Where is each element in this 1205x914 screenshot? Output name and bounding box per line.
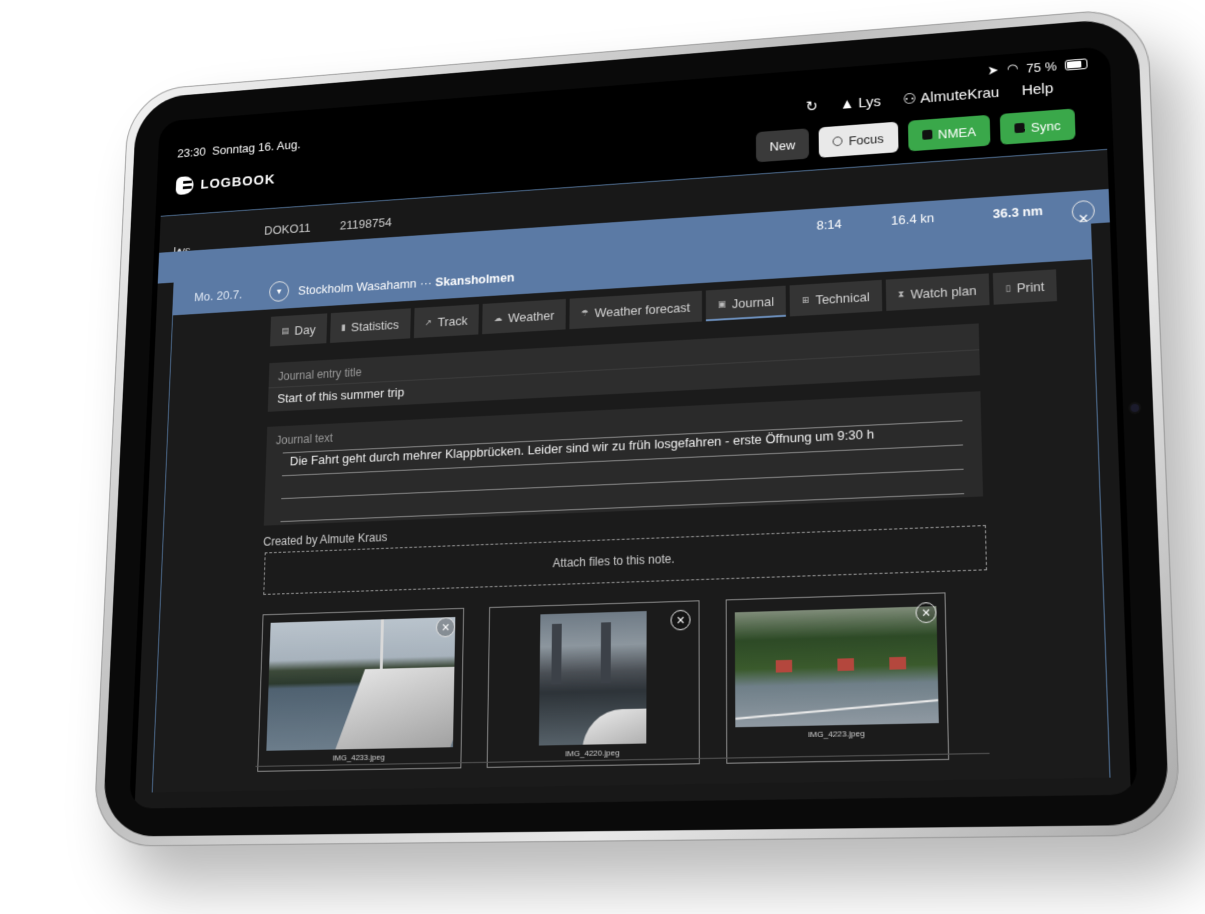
- track-speed: 16.4 kn: [890, 210, 935, 228]
- new-button[interactable]: New: [756, 128, 810, 163]
- camera-icon: [1130, 403, 1140, 413]
- main-panel: ▲ Lys DOKO11 21198754 8:14 16.4 kn 36.3 …: [134, 148, 1131, 809]
- refresh-icon: ↻: [805, 98, 819, 116]
- tab-weather-forecast[interactable]: ☂ Weather forecast: [569, 290, 702, 330]
- sync-icon: [1014, 122, 1025, 134]
- status-time: 23:30: [177, 144, 207, 161]
- close-track-button[interactable]: ✕: [1071, 199, 1096, 226]
- sailboat-icon: ▲: [839, 95, 855, 113]
- photo-deck: [331, 666, 456, 751]
- status-date: Sonntag 16. Aug.: [211, 137, 301, 158]
- photo-house: [837, 658, 855, 672]
- device-bezel: 23:30 Sonntag 16. Aug. ➤ ◠ 75 % ↻ ▲ Lys ⚇…: [102, 16, 1170, 837]
- close-icon: ✕: [441, 621, 451, 634]
- app-logo: LOGBOOK: [175, 170, 276, 196]
- tab-track[interactable]: ↗ Track: [413, 304, 480, 339]
- forecast-icon: ☂: [581, 307, 589, 318]
- focus-button[interactable]: Focus: [818, 121, 899, 158]
- status-indicators: ➤ ◠ 75 %: [987, 55, 1088, 78]
- route-from: Stockholm Wasahamn: [297, 276, 417, 298]
- tab-day[interactable]: ▤ Day: [270, 313, 327, 347]
- technical-icon: ⊞: [801, 294, 810, 305]
- battery-percent: 75 %: [1026, 58, 1057, 76]
- sync-button[interactable]: Sync: [999, 108, 1076, 145]
- wifi-icon: ◠: [1006, 60, 1019, 77]
- logbook-logo-icon: [175, 175, 194, 196]
- photo-house: [775, 659, 793, 673]
- photo-pillar: [551, 623, 562, 685]
- tab-journal[interactable]: ▣ Journal: [705, 285, 787, 322]
- close-icon: ✕: [921, 606, 931, 620]
- photo-pillar: [600, 622, 611, 684]
- sync-label: Sync: [1030, 117, 1061, 135]
- boat-selector[interactable]: ▲ Lys: [840, 93, 882, 112]
- photo-bridge-lock[interactable]: [538, 611, 647, 746]
- photo-sailboat-fjord[interactable]: [266, 617, 456, 751]
- track-distance: 36.3 nm: [992, 203, 1043, 222]
- tab-watch-plan[interactable]: ⧗ Watch plan: [885, 273, 990, 311]
- text-rule: [281, 468, 964, 500]
- help-link[interactable]: Help: [1021, 80, 1053, 99]
- day-date: Mo. 20.7.: [193, 287, 243, 305]
- day-route: Stockholm Wasahamn ··· Skansholmen: [298, 270, 515, 298]
- user-menu[interactable]: ⚇ AlmuteKrau: [903, 83, 1000, 108]
- journal-icon: ▣: [717, 298, 726, 309]
- boat-code: DOKO11: [263, 220, 311, 238]
- photo-house: [889, 656, 907, 670]
- tab-technical[interactable]: ⊞ Technical: [789, 279, 883, 317]
- photo-coastal-houses[interactable]: [734, 606, 939, 728]
- refresh-button[interactable]: ↻: [806, 97, 819, 115]
- chevron-down-icon: ▾: [276, 286, 282, 297]
- tab-weather[interactable]: ☁ Weather: [482, 298, 566, 335]
- text-rule: [280, 493, 965, 523]
- chart-icon: ▮: [340, 322, 346, 332]
- journal-content: ▤ Day ▮ Statistics ↗ Track ☁ Weather ☂ Weathe…: [151, 259, 1111, 793]
- calendar-icon: ▤: [281, 325, 290, 336]
- focus-label: Focus: [848, 130, 884, 148]
- photo-deck: [582, 708, 647, 746]
- battery-icon: [1064, 57, 1088, 71]
- hourglass-icon: ⧗: [897, 288, 905, 299]
- ipad-device: 23:30 Sonntag 16. Aug. ➤ ◠ 75 % ↻ ▲ Lys ⚇…: [92, 6, 1182, 847]
- remove-photo-button[interactable]: ✕: [670, 609, 691, 631]
- focus-icon: [832, 136, 843, 147]
- photo-rail: [735, 699, 939, 720]
- route-to: Skansholmen: [435, 270, 515, 290]
- boat-name: Lys: [858, 93, 882, 111]
- nmea-button[interactable]: NMEA: [907, 114, 991, 152]
- nmea-label: NMEA: [937, 123, 977, 142]
- status-clock: 23:30 Sonntag 16. Aug.: [177, 137, 301, 160]
- track-time: 8:14: [816, 216, 842, 233]
- created-by: Created by Almute Kraus: [263, 530, 388, 549]
- photo-caption: IMG_4223.jpeg: [807, 728, 865, 740]
- photo-card[interactable]: IMG_4220.jpeg ✕: [486, 600, 700, 768]
- collapse-day-button[interactable]: ▾: [268, 280, 290, 303]
- app-name: LOGBOOK: [200, 171, 276, 192]
- route-separator: ···: [419, 275, 433, 291]
- location-icon: ➤: [987, 62, 999, 78]
- stage: 23:30 Sonntag 16. Aug. ➤ ◠ 75 % ↻ ▲ Lys ⚇…: [0, 0, 1205, 914]
- photo-caption: IMG_4233.jpeg: [332, 752, 385, 763]
- photo-card[interactable]: IMG_4223.jpeg ✕: [725, 592, 950, 764]
- app-screen: 23:30 Sonntag 16. Aug. ➤ ◠ 75 % ↻ ▲ Lys ⚇…: [129, 45, 1138, 809]
- track-icon: ↗: [424, 316, 433, 327]
- weather-icon: ☁: [493, 312, 503, 323]
- close-icon: ✕: [675, 614, 686, 627]
- nmea-icon: [921, 129, 932, 140]
- photo-card[interactable]: IMG_4233.jpeg ✕: [257, 607, 465, 772]
- photo-gallery: IMG_4233.jpeg ✕ IMG_4220.jpeg ✕ IMG_4223…: [257, 592, 950, 772]
- user-icon: ⚇: [902, 90, 917, 108]
- tab-statistics[interactable]: ▮ Statistics: [329, 308, 411, 343]
- journal-text-field[interactable]: Journal text Die Fahrt geht durch mehrer…: [263, 391, 984, 526]
- tab-print[interactable]: ▯ Print: [992, 269, 1058, 305]
- print-icon: ▯: [1005, 282, 1011, 293]
- user-name: AlmuteKrau: [920, 83, 1000, 107]
- boat-number: 21198754: [339, 215, 392, 233]
